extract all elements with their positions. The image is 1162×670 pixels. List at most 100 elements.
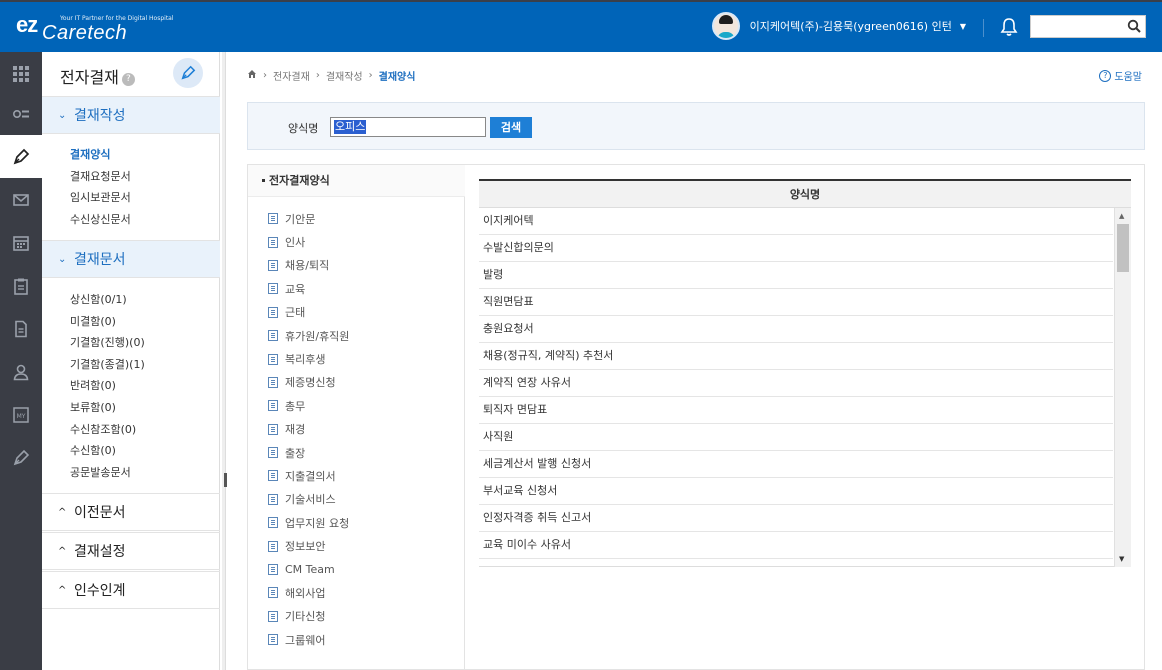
table-row[interactable]: 발령: [479, 262, 1113, 289]
approval-docs-list: 상신함(0/1) 미결함(0) 기결함(진행)(0) 기결함(종결)(1) 반려…: [70, 289, 145, 483]
document-icon: [268, 470, 278, 482]
table-row[interactable]: 퇴직자 면담표: [479, 397, 1113, 424]
edit-pen-icon[interactable]: [0, 436, 42, 479]
tree-item[interactable]: 출장: [268, 441, 349, 464]
person-icon[interactable]: [0, 350, 42, 393]
table-row[interactable]: 직원면담표: [479, 289, 1113, 316]
sidebar-item-pending[interactable]: 미결함(0): [70, 311, 145, 333]
scroll-up-icon[interactable]: ▲: [1119, 212, 1124, 220]
user-name[interactable]: 이지케어텍(주)-김용묵(ygreen0616) 인턴: [750, 18, 952, 34]
tree-item[interactable]: CM Team: [268, 558, 349, 581]
tree-item[interactable]: 기안문: [268, 207, 349, 230]
tree-item[interactable]: 휴가원/휴직원: [268, 324, 349, 347]
tree-item[interactable]: 제증명신청: [268, 371, 349, 394]
sidebar-item-received-docs[interactable]: 수신상신문서: [70, 209, 131, 231]
tree-item-label: 지출결의서: [285, 469, 336, 483]
write-approval-button[interactable]: [173, 58, 203, 88]
tree-item[interactable]: 복리후생: [268, 347, 349, 370]
my-icon[interactable]: MY: [0, 393, 42, 436]
caret-down-icon[interactable]: ▼: [960, 22, 966, 31]
tree-item-label: CM Team: [285, 563, 335, 577]
sidebar-item-done-closed[interactable]: 기결함(종결)(1): [70, 354, 145, 376]
tree-item[interactable]: 업무지원 요청: [268, 511, 349, 534]
sidebar-item-submitted[interactable]: 상신함(0/1): [70, 289, 145, 311]
table-row[interactable]: 부서교육 신청서: [479, 478, 1113, 505]
home-icon[interactable]: [247, 69, 257, 82]
sidebar-item-temp-docs[interactable]: 임시보관문서: [70, 187, 131, 209]
form-name-input-value: 오피스: [334, 120, 367, 134]
scroll-thumb[interactable]: [1117, 224, 1129, 272]
calendar-icon[interactable]: [0, 221, 42, 264]
sidebar-item-form[interactable]: 결재양식: [70, 144, 131, 166]
table-row[interactable]: 충원요청서: [479, 316, 1113, 343]
avatar[interactable]: [711, 12, 740, 40]
table-row[interactable]: 교육 미이수 사유서: [479, 532, 1113, 559]
tree-item[interactable]: 총무: [268, 394, 349, 417]
top-header: ez Your IT Partner for the Digital Hospi…: [0, 0, 1162, 52]
sidebar-item-rejected[interactable]: 반려함(0): [70, 375, 145, 397]
apps-grid-icon[interactable]: [0, 52, 42, 95]
user-menu[interactable]: 이지케어텍(주)-김용묵(ygreen0616) 인턴 ▼: [711, 12, 966, 40]
table-row[interactable]: 세금계산서 발행 신청서: [479, 451, 1113, 478]
tree-item[interactable]: 채용/퇴직: [268, 254, 349, 277]
breadcrumb-item[interactable]: 결재작성: [326, 68, 363, 83]
form-category-tree: 전자결재양식 기안문 인사 채용/퇴직 교육 근태 휴가원/휴직원 복리후생 제증명신청 총무 재…: [248, 165, 465, 670]
table-row[interactable]: 계약직 연장 사유서: [479, 370, 1113, 397]
section-handover[interactable]: ^ 인수인계: [42, 571, 220, 609]
sidebar-item-cc[interactable]: 수신참조함(0): [70, 419, 145, 441]
section-approval-write[interactable]: ⌄ 결재작성: [42, 96, 220, 134]
clipboard-icon[interactable]: [0, 264, 42, 307]
tree-item[interactable]: 재경: [268, 418, 349, 441]
section-approval-settings[interactable]: ^ 결재설정: [42, 532, 220, 570]
table-row[interactable]: 수발신합의문의: [479, 235, 1113, 262]
help-icon[interactable]: ?: [121, 73, 135, 86]
sidebar-item-on-hold[interactable]: 보류함(0): [70, 397, 145, 419]
tree-item[interactable]: 해외사업: [268, 581, 349, 604]
company-logo[interactable]: ez Your IT Partner for the Digital Hospi…: [16, 12, 174, 44]
dashboard-icon[interactable]: [0, 92, 42, 135]
grid-scrollbar[interactable]: ▲ ▼: [1114, 208, 1131, 567]
bell-icon[interactable]: [1000, 17, 1018, 37]
tree-item-label: 해외사업: [285, 586, 326, 600]
sidebar-resizer[interactable]: [222, 52, 226, 670]
table-row[interactable]: 채용(정규직, 계약직) 추천서: [479, 343, 1113, 370]
search-button[interactable]: 검색: [490, 117, 532, 138]
tree-item[interactable]: 교육: [268, 277, 349, 300]
breadcrumb-item[interactable]: 전자결재: [273, 68, 310, 83]
section-label: 결재작성: [74, 108, 126, 124]
grid-header-form-name[interactable]: 양식명: [479, 179, 1131, 208]
tree-item[interactable]: 기타신청: [268, 605, 349, 628]
document-icon: [268, 306, 278, 318]
approval-pen-icon[interactable]: [0, 135, 42, 178]
global-search[interactable]: [1030, 15, 1146, 38]
sidebar-item-official-docs[interactable]: 공문발송문서: [70, 462, 145, 484]
tree-item[interactable]: 인사: [268, 230, 349, 253]
scroll-down-icon[interactable]: ▼: [1119, 555, 1124, 563]
tree-item[interactable]: 근태: [268, 301, 349, 324]
tree-item[interactable]: 그룹웨어: [268, 628, 349, 651]
sidebar-item-done-progress[interactable]: 기결함(진행)(0): [70, 332, 145, 354]
document-icon[interactable]: [0, 307, 42, 350]
help-label: 도움말: [1114, 72, 1142, 83]
chevron-down-icon: ⌄: [58, 253, 67, 265]
search-icon[interactable]: [1127, 19, 1141, 33]
table-row[interactable]: 이지케어텍: [479, 208, 1113, 235]
tree-item[interactable]: 정보보안: [268, 534, 349, 557]
tree-item[interactable]: 지출결의서: [268, 464, 349, 487]
breadcrumb: › 전자결재 › 결재작성 › 결재양식: [247, 68, 421, 83]
header-divider: [983, 19, 984, 37]
mail-icon[interactable]: [0, 178, 42, 221]
approval-write-list: 결재양식 결재요청문서 임시보관문서 수신상신문서: [70, 144, 131, 230]
section-approval-docs[interactable]: ⌄ 결재문서: [42, 240, 220, 278]
global-search-input[interactable]: [1031, 16, 1127, 37]
section-previous-docs[interactable]: ^ 이전문서: [42, 493, 220, 531]
table-row[interactable]: 사직원: [479, 424, 1113, 451]
document-icon: [268, 353, 278, 365]
help-link[interactable]: ? 도움말: [1099, 68, 1142, 83]
sidebar-item-inbox[interactable]: 수신함(0): [70, 440, 145, 462]
tree-item-label: 재경: [285, 423, 306, 437]
table-row[interactable]: 인정자격증 취득 신고서: [479, 505, 1113, 532]
tree-item-label: 근태: [285, 306, 306, 320]
sidebar-item-request-docs[interactable]: 결재요청문서: [70, 166, 131, 188]
tree-item[interactable]: 기술서비스: [268, 488, 349, 511]
